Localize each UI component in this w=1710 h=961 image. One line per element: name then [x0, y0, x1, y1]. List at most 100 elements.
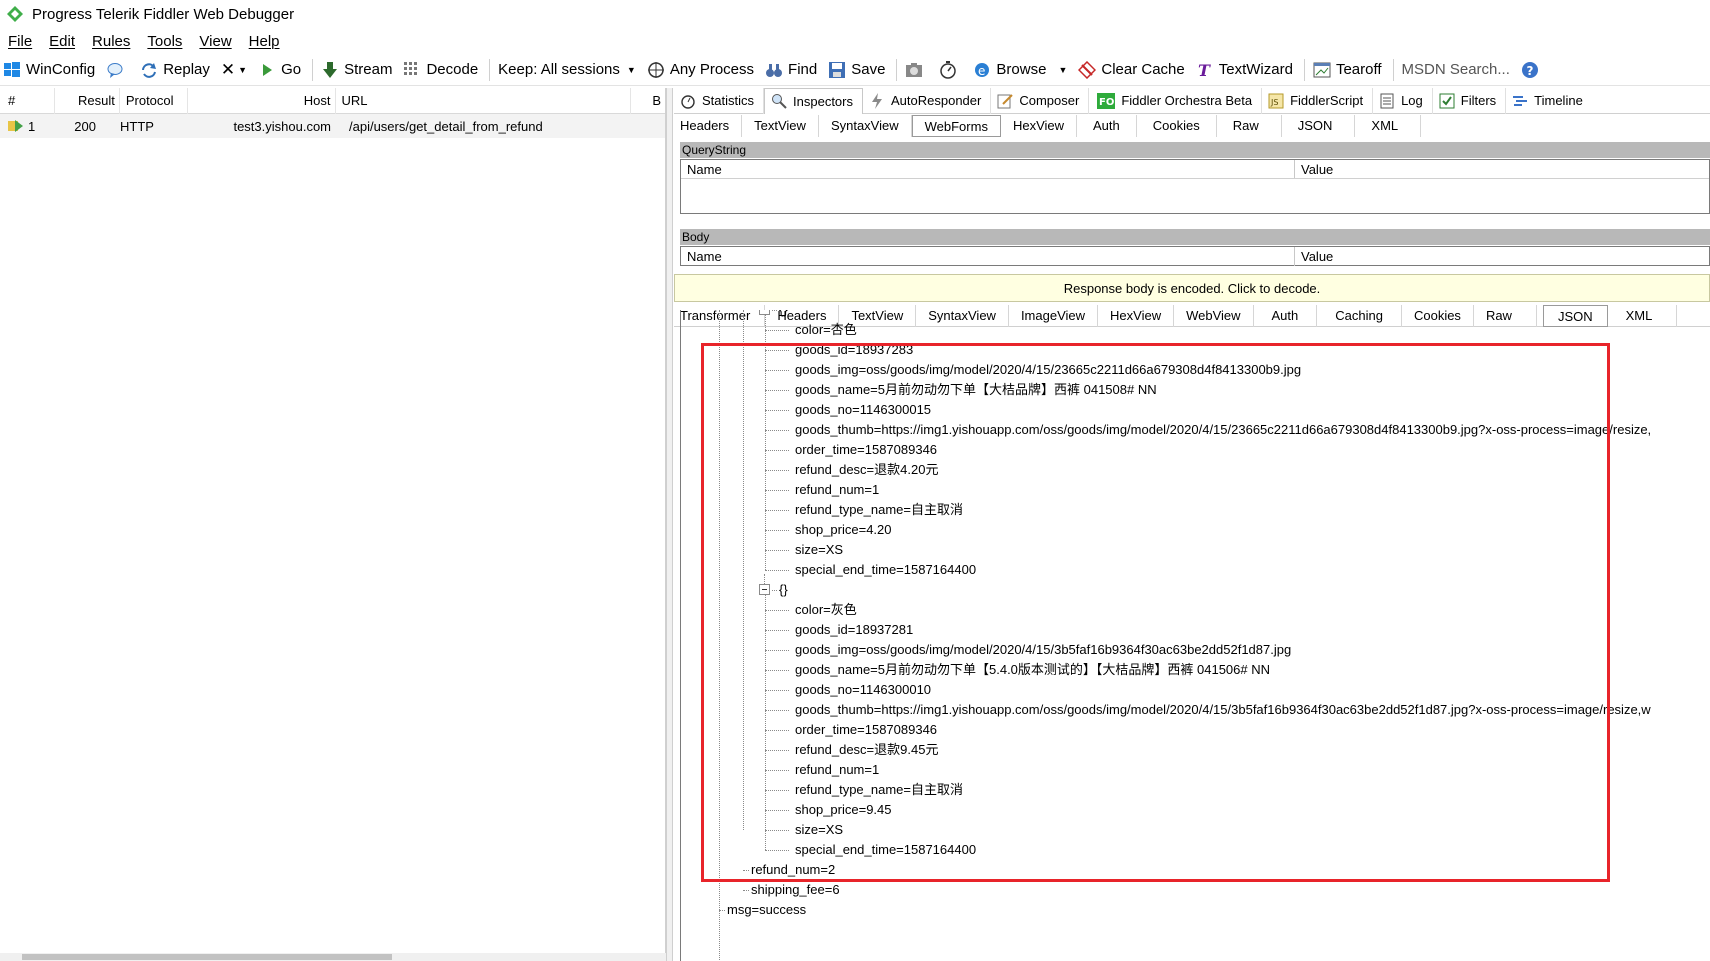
tree-connector: [765, 830, 789, 831]
tree-connector: [765, 530, 789, 531]
req-tab-webforms[interactable]: WebForms: [911, 115, 1001, 137]
req-tab-textview[interactable]: TextView: [742, 115, 819, 137]
req-tab-xml[interactable]: XML: [1355, 115, 1422, 137]
tab-autoresponder[interactable]: AutoResponder: [863, 87, 992, 114]
textwizard-button[interactable]: T TextWizard: [1196, 61, 1293, 79]
tree-connector: [765, 630, 789, 631]
req-tab-syntaxview[interactable]: SyntaxView: [819, 115, 912, 137]
json-field-node: refund_num=2: [751, 862, 836, 877]
menu-file[interactable]: File: [8, 33, 32, 50]
winconfig-button[interactable]: WinConfig: [3, 61, 95, 79]
menu-tools[interactable]: Tools: [147, 33, 182, 50]
remove-sessions-button[interactable]: ✕ ▼: [221, 60, 247, 80]
inspector-panel: Statistics Inspectors AutoResponder Comp…: [674, 87, 1710, 961]
tab-timeline[interactable]: Timeline: [1506, 88, 1592, 114]
request-tabs: Headers TextView SyntaxView WebForms Hex…: [674, 115, 1422, 137]
menu-help[interactable]: Help: [249, 33, 280, 50]
tab-fiddler-orchestra-label: Fiddler Orchestra Beta: [1121, 93, 1253, 108]
json-field-node: goods_name=5月前勿动勿下单【大桔品牌】西裤 041508# NN: [795, 382, 1157, 397]
panel-splitter[interactable]: [666, 88, 673, 961]
find-button[interactable]: Find: [765, 61, 817, 79]
clear-cache-button[interactable]: Clear Cache: [1078, 60, 1185, 79]
session-num-cell: 1: [0, 119, 55, 134]
tree-connector: [765, 510, 789, 511]
tab-fiddler-orchestra[interactable]: FO Fiddler Orchestra Beta: [1089, 87, 1263, 114]
browse-button[interactable]: e Browse ▼: [973, 61, 1067, 79]
screenshot-button[interactable]: [905, 61, 928, 79]
decode-button[interactable]: Decode: [403, 61, 478, 79]
scrollbar-thumb[interactable]: [22, 954, 392, 960]
json-field-node: refund_type_name=自主取消: [795, 782, 964, 797]
tab-statistics[interactable]: Statistics: [674, 87, 765, 114]
camera-icon: [906, 62, 923, 77]
col-url[interactable]: URL: [336, 87, 632, 114]
req-tab-headers[interactable]: Headers: [674, 115, 743, 137]
json-field-node: goods_thumb=https://img1.yishouapp.com/o…: [795, 422, 1652, 437]
tree-connector: [772, 590, 777, 591]
querystring-name-col[interactable]: Name: [681, 160, 1295, 178]
col-num[interactable]: #: [0, 87, 55, 114]
any-process-button[interactable]: Any Process: [647, 61, 754, 79]
session-row[interactable]: 1 200 HTTP test3.yishou.com /api/users/g…: [0, 114, 665, 138]
svg-text:e: e: [978, 64, 985, 78]
col-host[interactable]: Host: [188, 87, 336, 114]
comment-button[interactable]: [106, 61, 129, 79]
tab-log[interactable]: Log: [1373, 87, 1433, 114]
col-protocol[interactable]: Protocol: [120, 87, 188, 114]
session-num: 1: [28, 118, 36, 134]
req-tab-raw[interactable]: Raw: [1217, 115, 1282, 137]
stopwatch-icon: [681, 94, 695, 109]
go-button[interactable]: Go: [258, 61, 301, 79]
log-document-icon: [1380, 93, 1394, 108]
tearoff-button[interactable]: Tearoff: [1313, 61, 1382, 79]
dropdown-caret-icon: ▼: [626, 64, 636, 75]
svg-text:T: T: [1198, 61, 1211, 79]
json-field-node: msg=success: [727, 902, 807, 917]
req-tab-cookies[interactable]: Cookies: [1137, 115, 1217, 137]
req-tab-auth[interactable]: Auth: [1077, 115, 1137, 137]
collapse-toggle-icon[interactable]: [759, 584, 770, 595]
col-body[interactable]: B: [631, 88, 665, 114]
menu-rules[interactable]: Rules: [92, 33, 130, 50]
tree-connector: [765, 810, 789, 811]
decode-notice-banner[interactable]: Response body is encoded. Click to decod…: [674, 274, 1710, 302]
timer-button[interactable]: [939, 60, 962, 79]
json-field-node: color=杏色: [795, 322, 857, 337]
stopwatch-icon: [940, 60, 957, 79]
menu-edit[interactable]: Edit: [49, 33, 75, 50]
tab-composer[interactable]: Composer: [991, 87, 1090, 114]
msdn-search-input[interactable]: MSDN Search...: [1402, 61, 1510, 78]
tree-connector: [765, 850, 789, 851]
tree-connector: [765, 430, 789, 431]
keep-sessions-dropdown[interactable]: Keep: All sessions ▼: [498, 61, 636, 78]
help-button[interactable]: ?: [1521, 61, 1544, 79]
body-value-col[interactable]: Value: [1295, 247, 1333, 266]
tab-fiddlerscript-label: FiddlerScript: [1290, 93, 1364, 108]
replay-button[interactable]: Replay: [140, 61, 210, 79]
timeline-bars-icon: [1513, 95, 1528, 106]
save-button[interactable]: Save: [828, 61, 885, 79]
querystring-value-col[interactable]: Value: [1295, 160, 1333, 178]
menu-view[interactable]: View: [199, 33, 231, 50]
tree-connector: [765, 570, 789, 571]
body-name-col[interactable]: Name: [681, 247, 1295, 266]
checkbox-checked-icon: [1439, 93, 1455, 108]
stream-button[interactable]: Stream: [321, 61, 392, 79]
main-toolbar: WinConfig Replay ✕ ▼ Go Stream Decode Ke…: [0, 54, 1710, 86]
tab-inspectors[interactable]: Inspectors: [764, 87, 863, 114]
tab-fiddlerscript[interactable]: JS FiddlerScript: [1262, 87, 1374, 114]
col-result[interactable]: Result: [55, 87, 120, 114]
querystring-grid: Name Value: [680, 159, 1710, 214]
json-field-node: goods_img=oss/goods/img/model/2020/4/15/…: [795, 362, 1302, 377]
json-object-node: {}: [779, 310, 788, 320]
json-field-node: refund_desc=退款9.45元: [795, 742, 939, 757]
play-arrow-icon: [263, 63, 273, 76]
tab-filters[interactable]: Filters: [1433, 87, 1507, 114]
horizontal-scrollbar[interactable]: [0, 953, 666, 961]
tree-connector: [765, 370, 789, 371]
req-tab-json[interactable]: JSON: [1282, 115, 1356, 137]
json-field-node: size=XS: [795, 542, 844, 557]
toolbar-divider: [1392, 58, 1394, 81]
json-field-node: shop_price=9.45: [795, 802, 892, 817]
req-tab-hexview[interactable]: HexView: [1001, 115, 1078, 137]
